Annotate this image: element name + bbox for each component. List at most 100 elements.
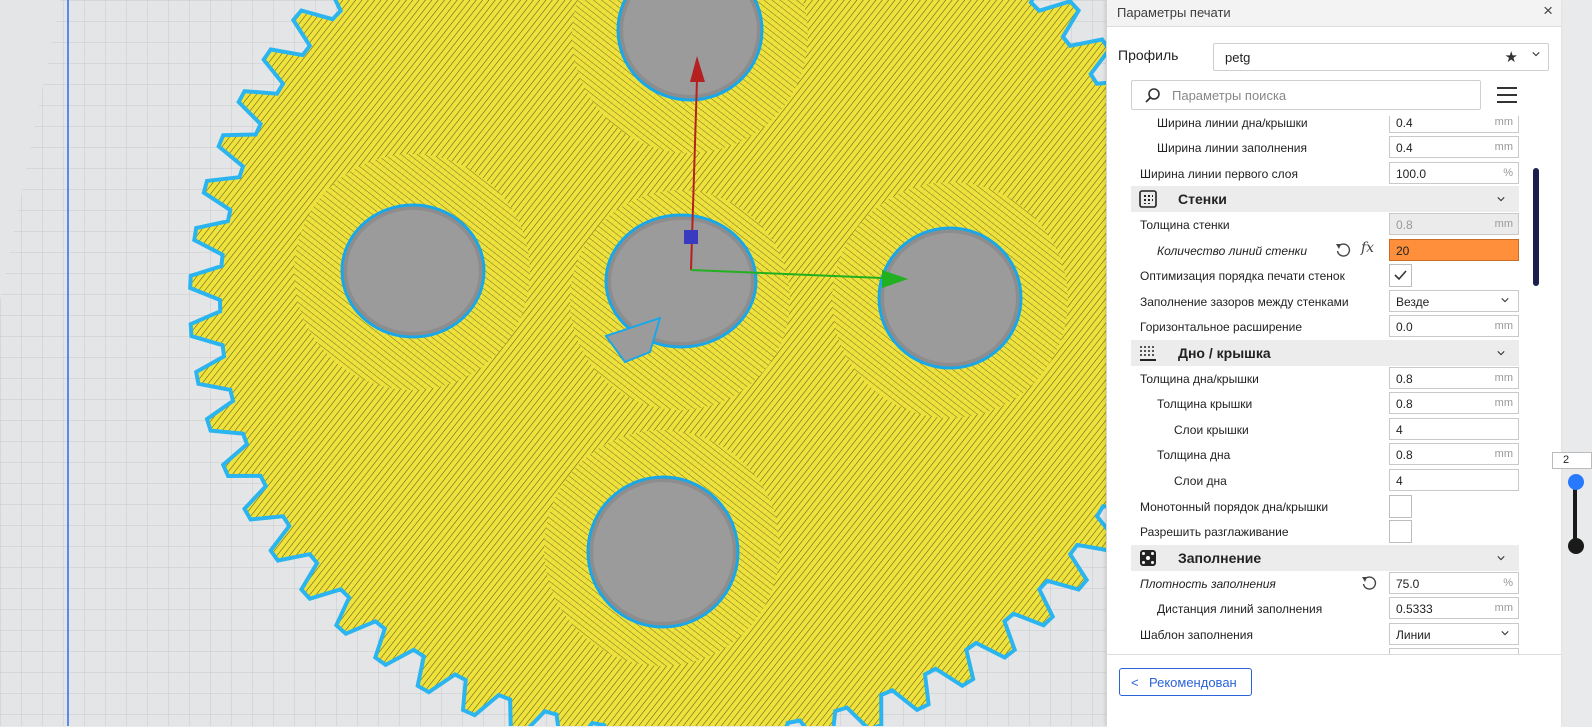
layer-number-box[interactable]: 2 <box>1552 452 1592 469</box>
setting-value: Линии <box>1396 628 1431 642</box>
setting-input[interactable]: 75.0 % <box>1389 572 1519 594</box>
category-label: Дно / крышка <box>1178 345 1271 361</box>
profile-value: petg <box>1225 50 1251 65</box>
setting-input[interactable]: 20 <box>1389 239 1519 261</box>
setting-label: Слои крышки <box>1174 423 1249 437</box>
settings-list: Ширина линии дна/крышки 0.4 mm Ширина ли… <box>1107 116 1561 654</box>
setting-row: Толщина крышки 0.8 mm <box>1107 391 1561 416</box>
setting-row: Монотонный порядок дна/крышки <box>1107 494 1561 519</box>
setting-value: 0.4 <box>1396 116 1413 130</box>
setting-label: Количество линий стенки <box>1157 244 1308 258</box>
close-icon[interactable]: × <box>1543 1 1553 21</box>
category-top-bottom[interactable]: Дно / крышка <box>1131 340 1519 366</box>
setting-input[interactable]: 0.5333 mm <box>1389 597 1519 619</box>
setting-unit: mm <box>1494 141 1513 153</box>
recommended-button[interactable]: < Рекомендован <box>1119 668 1252 696</box>
setting-input[interactable]: 0.8 mm <box>1389 367 1519 389</box>
chevron-down-icon <box>1501 298 1509 303</box>
setting-row: Толщина дна/крышки 0.8 mm <box>1107 366 1561 391</box>
setting-dropdown[interactable]: Везде <box>1389 290 1519 312</box>
setting-unit: mm <box>1494 218 1513 230</box>
setting-unit: mm <box>1494 320 1513 332</box>
setting-label: Плотность заполнения <box>1140 577 1276 591</box>
setting-input[interactable]: 4 <box>1389 418 1519 440</box>
setting-input[interactable]: 0.4 mm <box>1389 116 1519 133</box>
layer-slider[interactable]: 2 <box>1552 0 1592 726</box>
setting-label: Слои дна <box>1174 474 1227 488</box>
walls-icon <box>1139 190 1157 208</box>
setting-value: 4 <box>1396 474 1403 488</box>
setting-value: 4 <box>1396 423 1403 437</box>
setting-value: 0.8 <box>1396 218 1413 232</box>
search-icon <box>1145 88 1160 103</box>
setting-label: Ширина линии дна/крышки <box>1157 116 1308 130</box>
chevron-down-icon <box>1497 351 1505 356</box>
setting-label: Дистанция линий заполнения <box>1157 602 1323 616</box>
panel-footer: < Рекомендован <box>1107 654 1561 727</box>
setting-checkbox[interactable] <box>1389 495 1412 518</box>
setting-value: 0.8 <box>1396 397 1413 411</box>
setting-value: 75.0 <box>1396 577 1420 591</box>
setting-unit: mm <box>1494 116 1513 128</box>
category-infill[interactable]: Заполнение <box>1131 545 1519 571</box>
function-icon[interactable]: fx <box>1361 240 1374 256</box>
setting-input[interactable]: 0.0 mm <box>1389 315 1519 337</box>
setting-unit: % <box>1503 577 1513 589</box>
settings-menu-icon[interactable] <box>1497 86 1517 104</box>
setting-checkbox[interactable] <box>1389 264 1412 287</box>
setting-unit: mm <box>1494 397 1513 409</box>
setting-label: Толщина дна <box>1157 448 1231 462</box>
reset-icon[interactable] <box>1335 242 1351 258</box>
setting-row: Слои крышки 4 <box>1107 417 1561 442</box>
setting-label: Горизонтальное расширение <box>1140 320 1303 334</box>
setting-input[interactable]: 0.8 mm <box>1389 443 1519 465</box>
settings-scrollbar[interactable] <box>1533 168 1539 286</box>
setting-unit: % <box>1503 167 1513 179</box>
search-input[interactable] <box>1172 87 1472 103</box>
setting-value: 0.4 <box>1396 141 1413 155</box>
setting-input[interactable]: 0.8 mm <box>1389 392 1519 414</box>
reset-icon[interactable] <box>1361 575 1377 591</box>
infill-icon <box>1140 550 1156 566</box>
setting-input[interactable]: 4 <box>1389 469 1519 491</box>
setting-row: Заполнение зазоров между стенками Везде <box>1107 289 1561 314</box>
check-icon <box>1394 270 1407 281</box>
setting-row: Оптимизация порядка печати стенок <box>1107 263 1561 288</box>
setting-value: 100.0 <box>1396 167 1427 181</box>
setting-label: Разрешить разглаживание <box>1140 525 1289 539</box>
setting-label: Толщина стенки <box>1140 218 1230 232</box>
setting-value: 0.8 <box>1396 372 1413 386</box>
search-box[interactable] <box>1131 80 1481 110</box>
setting-row: Толщина стенки 0.8 mm <box>1107 212 1561 237</box>
setting-row: Ширина линии дна/крышки 0.4 mm <box>1107 116 1561 135</box>
top-bottom-icon <box>1140 346 1156 361</box>
setting-value: Везде <box>1396 295 1430 309</box>
layer-slider-bottom-handle[interactable] <box>1568 538 1584 554</box>
setting-label: Заполнение зазоров между стенками <box>1140 295 1349 309</box>
setting-row: Плотность заполнения 75.0 % <box>1107 571 1561 596</box>
setting-label: Толщина крышки <box>1157 397 1253 411</box>
layer-slider-top-handle[interactable] <box>1568 474 1584 490</box>
setting-label: Ширина линии первого слоя <box>1140 167 1298 181</box>
setting-label: Ширина линии заполнения <box>1157 141 1307 155</box>
setting-value: 0.8 <box>1396 448 1413 462</box>
profile-select[interactable]: petg ★ <box>1213 43 1549 71</box>
panel-title: Параметры печати <box>1117 5 1231 20</box>
chevron-down-icon <box>1501 631 1509 636</box>
setting-input[interactable]: 100.0 % <box>1389 162 1519 184</box>
setting-row: Дистанция линий заполнения 0.5333 mm <box>1107 596 1561 621</box>
setting-row: Ширина линии первого слоя 100.0 % <box>1107 161 1561 186</box>
setting-label: Оптимизация порядка печати стенок <box>1140 269 1345 283</box>
setting-dropdown[interactable]: Линии <box>1389 623 1519 645</box>
setting-row: Горизонтальное расширение 0.0 mm <box>1107 314 1561 339</box>
setting-row: Шаблон заполнения Линии <box>1107 622 1561 647</box>
setting-checkbox[interactable] <box>1389 520 1412 543</box>
setting-input[interactable]: 0.4 mm <box>1389 136 1519 158</box>
setting-label: Монотонный порядок дна/крышки <box>1140 500 1329 514</box>
setting-row: Ширина линии заполнения 0.4 mm <box>1107 135 1561 160</box>
setting-input[interactable]: 0.8 mm <box>1389 213 1519 235</box>
gear-model[interactable] <box>0 0 1106 726</box>
category-walls[interactable]: Стенки <box>1131 186 1519 212</box>
star-icon[interactable]: ★ <box>1505 48 1518 66</box>
category-label: Стенки <box>1178 191 1227 207</box>
